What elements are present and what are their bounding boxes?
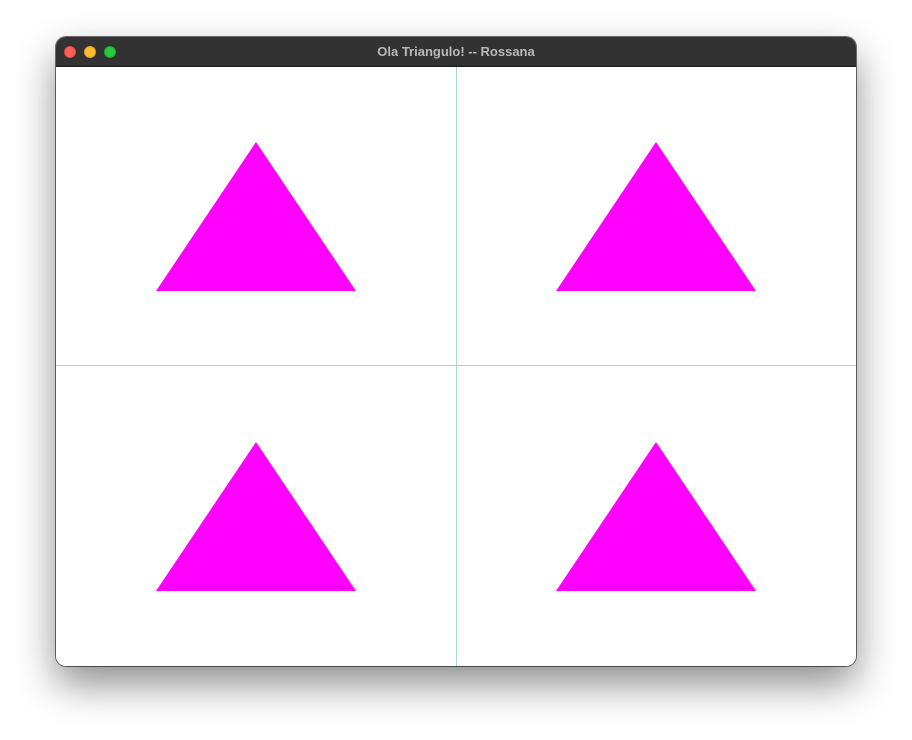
render-canvas[interactable] xyxy=(56,67,856,666)
window-title: Ola Triangulo! -- Rossana xyxy=(377,44,535,59)
title-bar[interactable]: Ola Triangulo! -- Rossana xyxy=(56,37,856,67)
app-window: Ola Triangulo! -- Rossana xyxy=(56,37,856,666)
scene-svg xyxy=(56,67,856,666)
